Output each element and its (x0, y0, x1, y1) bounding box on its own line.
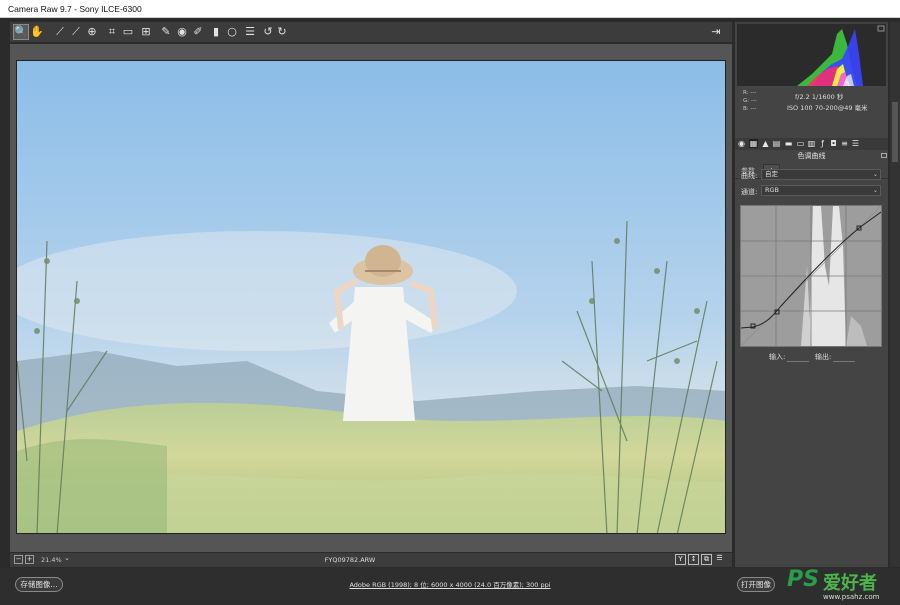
red-readout: R: --- (743, 90, 757, 96)
histogram (737, 24, 886, 86)
chevron-down-icon: ⌄ (872, 187, 878, 194)
window-title: Camera Raw 9.7 - Sony ILCE-6300 (8, 4, 142, 14)
color-sampler-tool-icon[interactable]: ⟋ (68, 24, 84, 40)
targeted-adjustment-tool-icon[interactable]: ⊕ (84, 24, 100, 40)
red-eye-removal-tool-icon[interactable]: ◉ (174, 24, 190, 40)
graduated-filter-tool-icon[interactable]: ▮ (208, 24, 224, 40)
chevron-down-icon: ⌄ (872, 171, 878, 178)
preview-statusbar: − + 21.4% ⌄ FYQ09782.ARW Y ↕ ⧉ ☰ (10, 553, 732, 567)
toggle-settings-icon[interactable]: ☰ (714, 554, 725, 565)
zoom-in-button[interactable]: + (25, 555, 34, 564)
curve-preset-value: 自定 (765, 170, 778, 178)
aperture-shutter: f/2.2 1/1600 秒 (795, 93, 844, 101)
file-name: FYQ09782.ARW (324, 556, 376, 564)
workflow-options-link[interactable]: Adobe RGB (1998); 8 位; 6000 x 4000 (24.0… (300, 579, 600, 589)
site-watermark: PS 爱好者 www.psahz.com (787, 567, 897, 605)
panel-title: 色调曲线 (797, 152, 826, 160)
input-field[interactable] (787, 353, 809, 362)
watermark-url: www.psahz.com (823, 593, 880, 601)
fullscreen-toggle-icon[interactable]: ⇥ (708, 24, 724, 40)
panel-scrollbar[interactable] (890, 22, 900, 567)
curve-label: 曲线: (741, 172, 758, 180)
lens-corrections-panel-icon[interactable]: ▭ (796, 139, 805, 148)
split-toning-panel-icon[interactable]: ▬ (784, 139, 793, 148)
panel-tabs-icon-row: ◉ ▦ ▲ ▤ ▬ ▭ ▥ ƒ ◘ ≡ ☰ (735, 138, 888, 150)
white-balance-tool-icon[interactable]: ⟋ (52, 24, 68, 40)
zoom-tool-icon[interactable]: 🔍 (13, 24, 29, 40)
window-titlebar: Camera Raw 9.7 - Sony ILCE-6300 (0, 0, 900, 18)
preferences-tool-icon[interactable]: ☰ (242, 24, 258, 40)
channel-value: RGB (765, 186, 780, 194)
open-image-button[interactable]: 打开图像 (737, 577, 775, 592)
image-preview-area[interactable] (10, 44, 732, 552)
watermark-cn: 爱好者 (823, 573, 877, 594)
watermark-ps: PS (787, 567, 819, 592)
tone-curve-panel-icon[interactable]: ▦ (749, 139, 758, 148)
output-field[interactable] (833, 353, 855, 362)
hand-tool-icon[interactable]: ✋ (29, 24, 45, 40)
camera-calibration-panel-icon[interactable]: ◘ (829, 139, 838, 148)
adjustment-panel: R: --- G: --- B: --- f/2.2 1/1600 秒 ISO … (735, 22, 888, 567)
transform-panel-icon[interactable]: ▥ (807, 139, 816, 148)
panel-menu-icon[interactable] (881, 153, 887, 158)
photo-preview[interactable] (16, 60, 726, 534)
transform-tool-icon[interactable]: ⊞ (138, 24, 154, 40)
iso-lens: ISO 100 70-200@49 毫米 (787, 104, 868, 112)
before-after-icon[interactable]: Y (675, 554, 686, 565)
bottom-bar: 存储图像... Adobe RGB (1998); 8 位; 6000 x 40… (0, 568, 900, 605)
green-readout: G: --- (743, 98, 757, 104)
zoom-dropdown-icon[interactable]: ⌄ (64, 554, 75, 565)
copy-settings-icon[interactable]: ⧉ (701, 554, 712, 565)
radial-filter-tool-icon[interactable]: ○ (224, 24, 240, 40)
curve-preset-select[interactable]: 自定 ⌄ (761, 169, 881, 180)
pixel-readout: R: --- G: --- B: --- f/2.2 1/1600 秒 ISO … (735, 88, 888, 136)
snapshots-panel-icon[interactable]: ☰ (851, 139, 860, 148)
zoom-out-button[interactable]: − (14, 555, 23, 564)
swap-settings-icon[interactable]: ↕ (688, 554, 699, 565)
zoom-level: 21.4% (41, 556, 62, 564)
hsl-panel-icon[interactable]: ▤ (772, 139, 781, 148)
rotate-right-tool-icon[interactable]: ↻ (274, 24, 290, 40)
detail-panel-icon[interactable]: ▲ (761, 139, 770, 148)
straighten-tool-icon[interactable]: ▭ (120, 24, 136, 40)
output-label: 输出: (815, 353, 832, 361)
basic-panel-icon[interactable]: ◉ (737, 139, 746, 148)
blue-readout: B: --- (743, 106, 757, 112)
spot-removal-tool-icon[interactable]: ✎ (158, 24, 174, 40)
photo-image (17, 61, 725, 533)
effects-panel-icon[interactable]: ƒ (818, 139, 827, 148)
channel-select[interactable]: RGB ⌄ (761, 185, 881, 196)
toolbar: ⇥ 🔍 ✋ ⟋ ⟋ ⊕ ⌗ ▭ ⊞ ✎ ◉ ✐ ▮ ○ ☰ ↺ ↻ (10, 22, 732, 42)
tone-curve-graph[interactable] (740, 205, 882, 347)
crop-tool-icon[interactable]: ⌗ (104, 24, 120, 40)
adjustment-brush-tool-icon[interactable]: ✐ (190, 24, 206, 40)
scrollbar-thumb[interactable] (892, 102, 898, 162)
save-image-button[interactable]: 存储图像... (15, 577, 63, 592)
input-label: 输入: (769, 353, 786, 361)
presets-panel-icon[interactable]: ≡ (840, 139, 849, 148)
channel-label: 通道: (741, 188, 758, 196)
